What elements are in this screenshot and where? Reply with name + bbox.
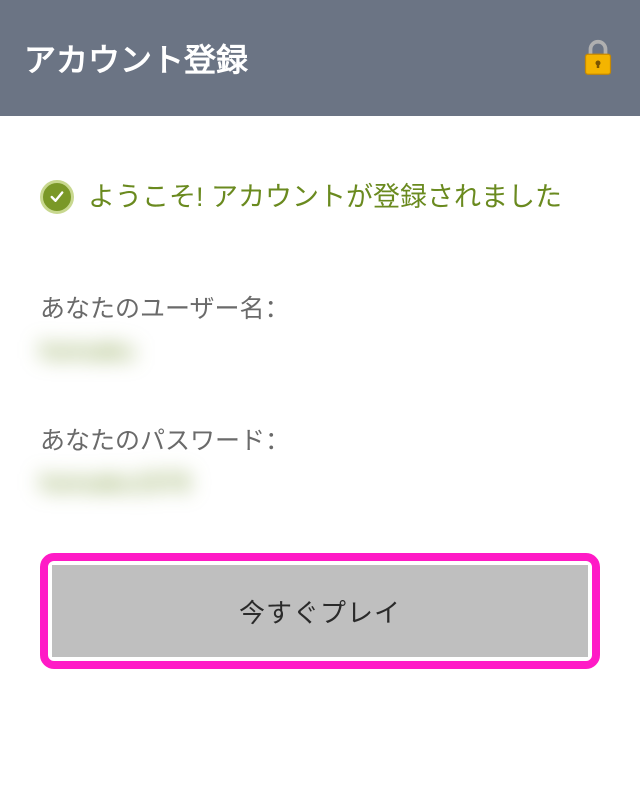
page-header: アカウント登録 bbox=[0, 0, 640, 116]
success-message: ようこそ! アカウントが登録されました bbox=[88, 176, 562, 219]
play-now-button[interactable]: 今すぐプレイ bbox=[52, 565, 588, 657]
username-label: あなたのユーザー名： bbox=[40, 289, 600, 325]
check-icon bbox=[40, 180, 74, 214]
lock-icon bbox=[580, 36, 616, 80]
password-field: あなたのパスワード： honsaku1978 bbox=[40, 421, 600, 498]
success-message-row: ようこそ! アカウントが登録されました bbox=[40, 176, 600, 219]
play-button-highlight: 今すぐプレイ bbox=[40, 553, 600, 669]
username-field: あなたのユーザー名： honsaku bbox=[40, 289, 600, 366]
password-label: あなたのパスワード： bbox=[40, 421, 600, 457]
content-area: ようこそ! アカウントが登録されました あなたのユーザー名： honsaku あ… bbox=[0, 116, 640, 709]
page-title: アカウント登録 bbox=[24, 35, 248, 81]
username-value: honsaku bbox=[40, 337, 135, 366]
password-value: honsaku1978 bbox=[40, 469, 190, 498]
